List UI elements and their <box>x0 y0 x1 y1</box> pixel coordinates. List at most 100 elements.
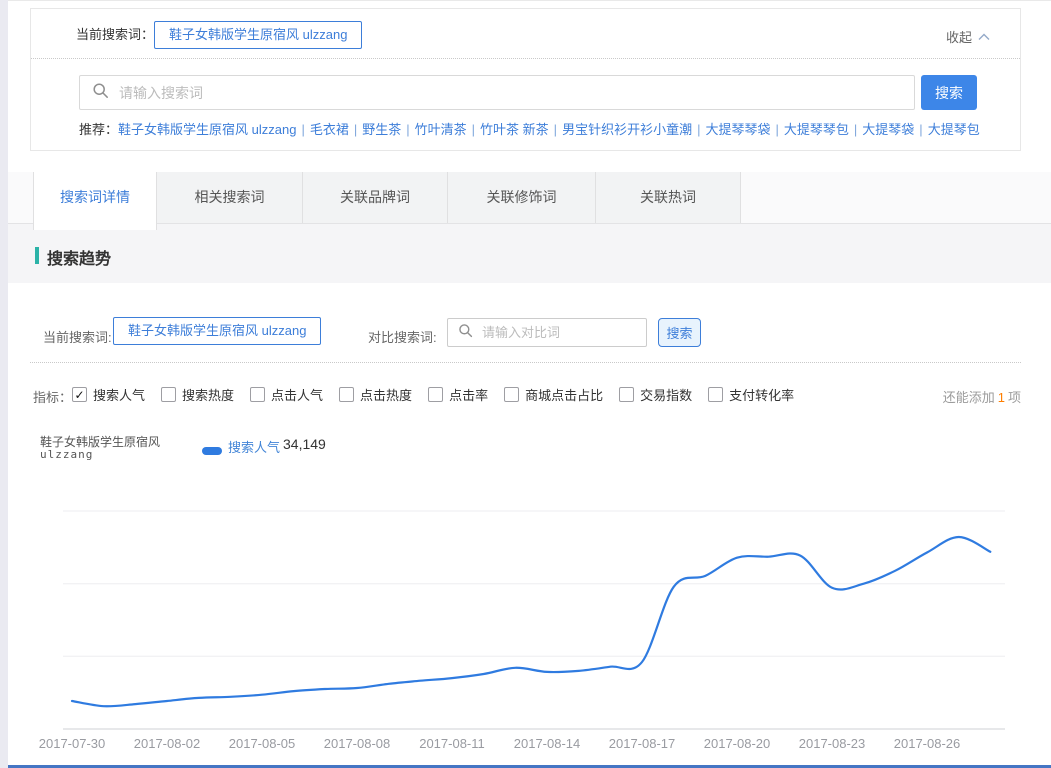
checkbox-checked-icon[interactable]: ✓ <box>72 387 87 402</box>
section-header: 搜索趋势 <box>8 224 1051 283</box>
metric-option-label: 搜索人气 <box>93 385 145 404</box>
x-tick-label: 2017-08-14 <box>514 736 581 751</box>
checkbox-icon[interactable] <box>339 387 354 402</box>
search-input[interactable] <box>117 84 914 102</box>
metric-option-label: 支付转化率 <box>729 385 794 404</box>
current-term-label: 当前搜索词： <box>76 21 154 49</box>
metrics-label: 指标： <box>33 387 72 406</box>
x-tick-label: 2017-08-17 <box>609 736 676 751</box>
compare-term-label: 对比搜索词: <box>368 327 437 346</box>
legend-series-value: 34,149 <box>283 436 326 452</box>
dotted-divider <box>30 362 1021 363</box>
metric-option[interactable]: 点击人气 <box>250 385 323 404</box>
legend-series-label[interactable]: 搜索人气 <box>228 437 280 456</box>
checkbox-icon[interactable] <box>619 387 634 402</box>
x-tick-label: 2017-08-23 <box>799 736 866 751</box>
section-accent-bar <box>35 247 39 264</box>
recommend-link[interactable]: 大提琴包 <box>928 122 980 137</box>
x-tick-label: 2017-08-11 <box>419 736 485 751</box>
tab-list: 搜索词详情相关搜索词关联品牌词关联修饰词关联热词 <box>33 172 741 223</box>
remain-count: 1 <box>995 390 1008 405</box>
recommend-separator: | <box>554 122 557 137</box>
x-tick-label: 2017-08-26 <box>894 736 961 751</box>
collapse-label: 收起 <box>946 27 972 46</box>
chevron-up-icon <box>978 28 990 46</box>
recommend-separator: | <box>775 122 778 137</box>
legend-term-line2: ulzzang <box>40 448 93 461</box>
compare-current-label: 当前搜索词: <box>43 327 112 346</box>
recommend-separator: | <box>697 122 700 137</box>
remain-suffix: 项 <box>1008 390 1021 405</box>
x-tick-label: 2017-08-08 <box>324 736 391 751</box>
recommend-row: 推荐：鞋子女韩版学生原宿风 ulzzang | 毛衣裙 | 野生茶 | 竹叶清茶 | 竹叶茶 新… <box>79 119 999 138</box>
x-tick-label: 2017-07-30 <box>39 736 106 751</box>
x-tick-label: 2017-08-02 <box>134 736 201 751</box>
recommend-separator: | <box>854 122 857 137</box>
trend-line <box>72 537 990 706</box>
recommend-links: 鞋子女韩版学生原宿风 ulzzang | 毛衣裙 | 野生茶 | 竹叶清茶 | 竹叶茶 新茶 | 男… <box>118 122 980 137</box>
recommend-separator: | <box>472 122 475 137</box>
recommend-link[interactable]: 竹叶清茶 <box>415 122 467 137</box>
remain-prefix: 还能添加 <box>943 390 995 405</box>
metric-options: ✓ 搜索人气 搜索热度 点击人气 点击热度 点击率 商城点击占比 交易指数 支付转化率 <box>72 385 794 404</box>
search-input-box <box>79 75 915 110</box>
trend-chart[interactable]: 2017-07-30 2017-08-02 2017-08-05 2017-08-08… <box>0 480 1051 758</box>
checkbox-icon[interactable] <box>708 387 723 402</box>
recommend-link[interactable]: 竹叶茶 新茶 <box>480 122 549 137</box>
recommend-link[interactable]: 毛衣裙 <box>310 122 349 137</box>
recommend-separator: | <box>406 122 409 137</box>
legend-series-marker[interactable] <box>202 447 222 455</box>
dotted-divider <box>31 58 1020 59</box>
metric-option-label: 点击热度 <box>360 385 412 404</box>
metric-option[interactable]: 交易指数 <box>619 385 692 404</box>
recommend-link[interactable]: 鞋子女韩版学生原宿风 ulzzang <box>118 122 296 137</box>
x-tick-label: 2017-08-05 <box>229 736 296 751</box>
search-icon <box>458 323 473 343</box>
search-analytics-page: 当前搜索词： 鞋子女韩版学生原宿风 ulzzang 收起 搜索 推荐：鞋子女韩版… <box>0 0 1051 768</box>
tab-item[interactable]: 相关搜索词 <box>157 172 303 223</box>
metric-option[interactable]: 点击热度 <box>339 385 412 404</box>
recommend-link[interactable]: 大提琴琴包 <box>784 122 849 137</box>
search-button[interactable]: 搜索 <box>921 75 977 110</box>
metric-option[interactable]: 支付转化率 <box>708 385 794 404</box>
compare-input-box <box>447 318 647 347</box>
remaining-metrics-note: 还能添加1项 <box>943 387 1021 406</box>
recommend-separator: | <box>354 122 357 137</box>
checkbox-icon[interactable] <box>504 387 519 402</box>
metric-option-label: 点击人气 <box>271 385 323 404</box>
metric-option[interactable]: 商城点击占比 <box>504 385 603 404</box>
page-title: 搜索趋势 <box>47 245 111 269</box>
collapse-toggle[interactable]: 收起 <box>946 27 990 46</box>
compare-current-chip[interactable]: 鞋子女韩版学生原宿风 ulzzang <box>113 317 321 345</box>
checkbox-icon[interactable] <box>428 387 443 402</box>
tab-item[interactable]: 关联品牌词 <box>303 172 448 223</box>
metric-option-label: 商城点击占比 <box>525 385 603 404</box>
recommend-label: 推荐： <box>79 122 118 137</box>
checkbox-icon[interactable] <box>161 387 176 402</box>
metric-option[interactable]: 点击率 <box>428 385 488 404</box>
tab-bar: 搜索词详情相关搜索词关联品牌词关联修饰词关联热词 <box>8 172 1051 224</box>
recommend-link[interactable]: 野生茶 <box>362 122 401 137</box>
current-term-chip[interactable]: 鞋子女韩版学生原宿风 ulzzang <box>154 21 362 49</box>
search-panel: 当前搜索词： 鞋子女韩版学生原宿风 ulzzang 收起 搜索 推荐：鞋子女韩版… <box>30 8 1021 151</box>
search-icon <box>92 82 109 104</box>
compare-input[interactable] <box>480 324 660 341</box>
compare-search-button[interactable]: 搜索 <box>658 318 701 347</box>
x-tick-label: 2017-08-20 <box>704 736 771 751</box>
recommend-link[interactable]: 大提琴袋 <box>862 122 914 137</box>
metric-option[interactable]: 搜索热度 <box>161 385 234 404</box>
tab-item[interactable]: 搜索词详情 <box>33 172 157 230</box>
tab-item[interactable]: 关联修饰词 <box>448 172 596 223</box>
top-hairline <box>0 0 1051 1</box>
recommend-link[interactable]: 大提琴琴袋 <box>705 122 770 137</box>
recommend-separator: | <box>919 122 922 137</box>
metric-option-label: 搜索热度 <box>182 385 234 404</box>
recommend-link[interactable]: 男宝针织衫开衫小童潮 <box>562 122 692 137</box>
metric-option-label: 交易指数 <box>640 385 692 404</box>
tab-item[interactable]: 关联热词 <box>596 172 741 223</box>
checkbox-icon[interactable] <box>250 387 265 402</box>
current-term-row: 当前搜索词： 鞋子女韩版学生原宿风 ulzzang <box>76 21 362 49</box>
metric-option[interactable]: ✓ 搜索人气 <box>72 385 145 404</box>
recommend-separator: | <box>301 122 304 137</box>
metric-option-label: 点击率 <box>449 385 488 404</box>
